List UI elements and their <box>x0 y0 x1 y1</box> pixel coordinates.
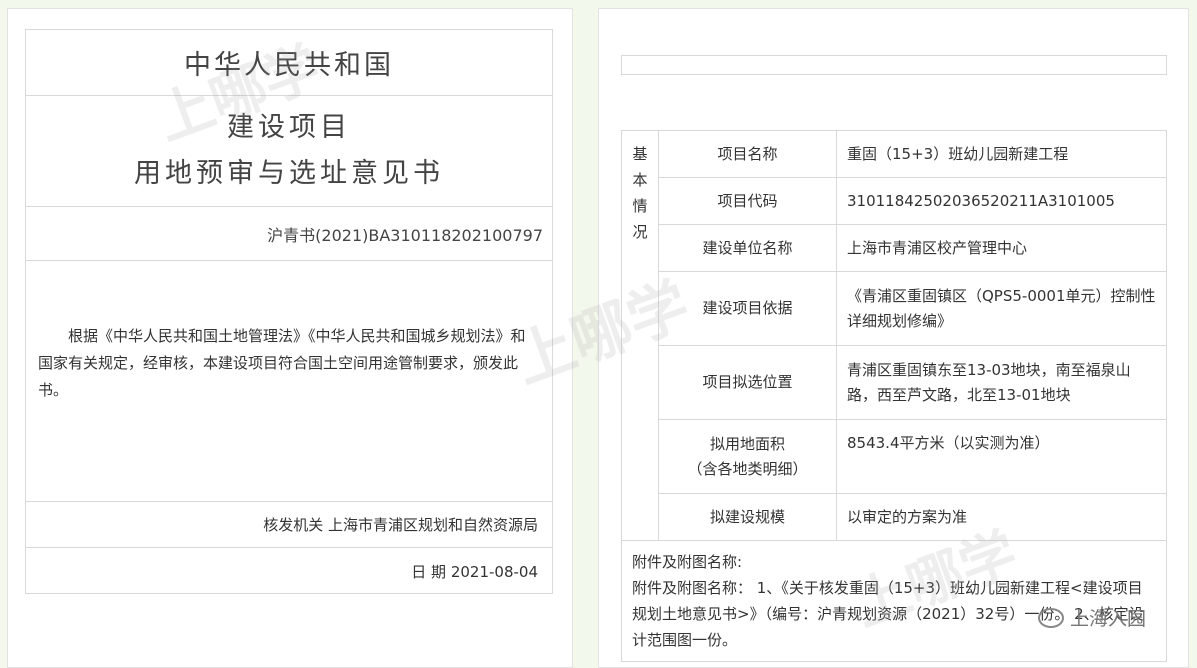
table-row: 建设单位名称 上海市青浦区校产管理中心 <box>622 224 1167 272</box>
row-value: 31011842502036520211A3101005 <box>836 177 1167 225</box>
certificate-body: 根据《中华人民共和国土地管理法》《中华人民共和国城乡规划法》和国家有关规定，经审… <box>26 261 552 502</box>
source-label: 上海入园 <box>1069 608 1146 630</box>
row-label: 项目名称 <box>658 130 837 178</box>
row-label: 建设单位名称 <box>658 224 837 272</box>
certificate-frame: 中华人民共和国 建设项目 用地预审与选址意见书 沪青书(2021)BA31011… <box>25 29 553 594</box>
source-badge: 上海入园 <box>1037 604 1146 631</box>
table-row: 项目拟选位置 青浦区重固镇东至13-03地块，南至福泉山路，西至芦文路，北至13… <box>622 345 1167 420</box>
issuing-authority: 核发机关 上海市青浦区规划和自然资源局 <box>26 502 552 548</box>
row-value: 重固（15+3）班幼儿园新建工程 <box>836 130 1167 178</box>
row-label-line1: 拟用地面积 <box>709 434 785 453</box>
row-value: 以审定的方案为准 <box>836 493 1167 541</box>
row-label: 拟用地面积 （含各地类明细） <box>658 419 837 494</box>
certificate-page: 中华人民共和国 建设项目 用地预审与选址意见书 沪青书(2021)BA31011… <box>7 8 573 668</box>
document-number: 沪青书(2021)BA310118202100797 <box>26 207 552 261</box>
table-row: 拟用地面积 （含各地类明细） 8543.4平方米（以实测为准） <box>622 419 1167 494</box>
section-label-text: 基本情况 <box>632 145 648 241</box>
row-label: 项目拟选位置 <box>658 345 837 420</box>
document-title-line1: 建设项目 <box>227 112 351 143</box>
issue-date: 日 期 2021-08-04 <box>411 562 538 581</box>
table-row: 拟建设规模 以审定的方案为准 <box>622 493 1167 541</box>
form-page: 基本情况 项目名称 重固（15+3）班幼儿园新建工程 项目代码 31011842… <box>598 8 1189 668</box>
row-label: 项目代码 <box>658 177 837 225</box>
section-label: 基本情况 <box>621 130 659 541</box>
row-value: 青浦区重固镇东至13-03地块，南至福泉山路，西至芦文路，北至13-01地块 <box>836 345 1167 420</box>
table-row: 附件及附图名称: 附件及附图名称： 1、《关于核发重固（15+3）班幼儿园新建工… <box>621 540 1167 662</box>
header-bar <box>621 55 1167 75</box>
basic-info-table: 基本情况 项目名称 重固（15+3）班幼儿园新建工程 项目代码 31011842… <box>621 130 1167 662</box>
row-value: 上海市青浦区校产管理中心 <box>836 224 1167 272</box>
attachments-title: 附件及附图名称: <box>632 553 743 571</box>
table-row: 基本情况 项目名称 重固（15+3）班幼儿园新建工程 <box>621 130 1167 541</box>
document-title-line2: 用地预审与选址意见书 <box>134 158 444 189</box>
table-row: 项目代码 31011842502036520211A3101005 <box>622 177 1167 225</box>
document-title: 建设项目 用地预审与选址意见书 <box>26 96 552 207</box>
table-row: 建设项目依据 《青浦区重固镇区（QPS5-0001单元）控制性详细规划修编》 <box>622 271 1167 346</box>
row-label: 拟建设规模 <box>658 493 837 541</box>
wechat-icon <box>1037 607 1064 628</box>
row-value: 8543.4平方米（以实测为准） <box>836 419 1167 494</box>
row-label-line2: （含各地类明细） <box>687 459 808 478</box>
attachments-cell: 附件及附图名称: 附件及附图名称： 1、《关于核发重固（15+3）班幼儿园新建工… <box>621 540 1167 662</box>
country-title: 中华人民共和国 <box>26 30 552 96</box>
row-label: 建设项目依据 <box>658 271 837 346</box>
row-value: 《青浦区重固镇区（QPS5-0001单元）控制性详细规划修编》 <box>836 271 1167 346</box>
